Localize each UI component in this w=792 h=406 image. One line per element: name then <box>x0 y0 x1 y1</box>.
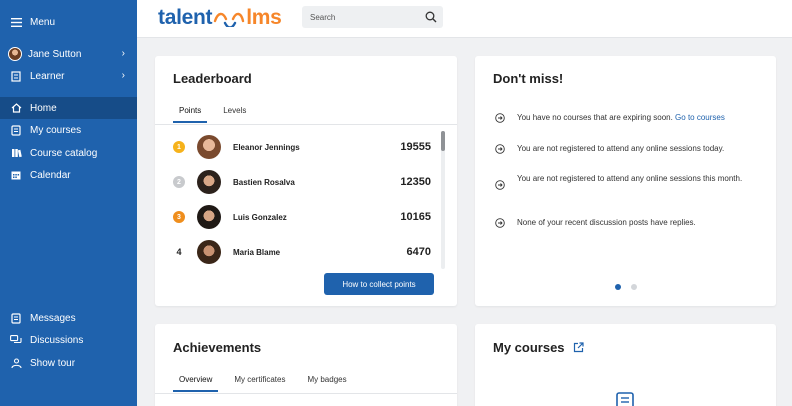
carousel-dot[interactable] <box>631 284 637 290</box>
leaderboard-row[interactable]: 2 Bastien Rosalva 12350 <box>173 167 431 197</box>
dont-miss-text: You are not registered to attend any onl… <box>517 174 743 183</box>
my-courses-card: My courses <box>475 324 776 406</box>
leaderboard-scrollbar[interactable] <box>441 131 445 269</box>
leaderboard-name: Eleanor Jennings <box>233 142 300 152</box>
sidebar-item-my-courses[interactable]: My courses <box>0 119 137 141</box>
logo-text-talent: talent <box>158 6 213 29</box>
menu-toggle[interactable]: Menu <box>0 11 137 33</box>
sidebar-item-label: Course catalog <box>30 147 98 159</box>
catalog-icon <box>10 147 22 159</box>
carousel-dot-active[interactable] <box>615 284 621 290</box>
tabs-divider <box>155 393 457 394</box>
chevron-right-icon: › <box>121 70 125 81</box>
leaderboard-points: 19555 <box>400 141 431 153</box>
leaderboard-row[interactable]: 3 Luis Gonzalez 10165 <box>173 202 431 232</box>
sidebar-item-label: Discussions <box>30 334 84 346</box>
leaderboard-name: Maria Blame <box>233 247 281 257</box>
tab-my-certificates[interactable]: My certificates <box>228 375 291 392</box>
search-input[interactable]: Search <box>310 13 425 22</box>
arrow-circle-right-icon <box>495 218 505 228</box>
my-courses-header: My courses <box>493 340 584 355</box>
menu-label: Menu <box>30 16 56 28</box>
user-profile-item[interactable]: Jane Sutton › <box>0 43 137 65</box>
dont-miss-item: You have no courses that are expiring so… <box>495 112 765 124</box>
sidebar-item-label: Messages <box>30 312 76 324</box>
leaderboard-card: Leaderboard Points Levels 1 Eleanor Jenn… <box>155 56 457 306</box>
tabs-divider <box>155 124 457 125</box>
talentlms-logo[interactable]: talent lms <box>158 6 282 30</box>
leaderboard-name: Bastien Rosalva <box>233 177 295 187</box>
dont-miss-item: None of your recent discussion posts hav… <box>495 217 765 229</box>
go-to-courses-link[interactable]: Go to courses <box>675 113 725 122</box>
tab-my-badges[interactable]: My badges <box>301 375 352 392</box>
sidebar-item-messages[interactable]: Messages <box>0 307 137 329</box>
external-link-icon[interactable] <box>573 342 584 353</box>
dont-miss-text: None of your recent discussion posts hav… <box>517 218 696 227</box>
courses-icon <box>10 124 22 136</box>
rank-badge: 3 <box>173 211 185 223</box>
dont-miss-item: You are not registered to attend any onl… <box>495 143 765 155</box>
rank-number: 4 <box>176 247 182 257</box>
dont-miss-item: You are not registered to attend any onl… <box>495 173 757 190</box>
messages-icon <box>10 312 22 324</box>
course-document-icon <box>616 392 634 406</box>
achievements-title: Achievements <box>173 340 262 355</box>
arrow-circle-right-icon <box>495 113 505 123</box>
rank-badge: 2 <box>173 176 185 188</box>
leaderboard-tabs: Points Levels <box>173 106 262 123</box>
sidebar-item-discussions[interactable]: Discussions <box>0 329 137 351</box>
user-avatar <box>197 170 221 194</box>
dont-miss-text: You are not registered to attend any onl… <box>517 144 725 153</box>
tab-overview[interactable]: Overview <box>173 375 219 392</box>
user-avatar <box>197 205 221 229</box>
sidebar-item-label: Calendar <box>30 169 71 181</box>
arrow-circle-right-icon <box>495 144 505 154</box>
leaderboard-points: 10165 <box>400 211 431 223</box>
search-icon[interactable] <box>425 11 437 23</box>
leaderboard-title: Leaderboard <box>173 71 252 86</box>
leaderboard-points: 6470 <box>406 246 431 258</box>
leaderboard-name: Luis Gonzalez <box>233 212 287 222</box>
user-avatar <box>197 240 221 264</box>
sidebar-item-calendar[interactable]: Calendar <box>0 164 137 186</box>
dont-miss-card: Don't miss! You have no courses that are… <box>475 56 776 306</box>
sidebar-item-home[interactable]: Home <box>0 97 137 119</box>
user-avatar <box>8 47 22 61</box>
top-bar: talent lms Search <box>137 0 792 38</box>
sidebar-item-label: My courses <box>30 124 82 136</box>
sidebar-item-show-tour[interactable]: Show tour <box>0 352 137 374</box>
sidebar-item-label: Show tour <box>30 357 76 369</box>
leaderboard-points: 12350 <box>400 176 431 188</box>
user-name: Jane Sutton <box>28 48 82 60</box>
tab-levels[interactable]: Levels <box>217 106 252 123</box>
rank-badge: 1 <box>173 141 185 153</box>
arrow-circle-right-icon <box>495 180 505 190</box>
user-avatar <box>197 135 221 159</box>
role-switcher[interactable]: Learner › <box>0 65 137 87</box>
scrollbar-thumb[interactable] <box>441 131 445 151</box>
my-courses-title: My courses <box>493 340 565 355</box>
leaderboard-row[interactable]: 1 Eleanor Jennings 19555 <box>173 132 431 162</box>
achievements-card: Achievements Overview My certificates My… <box>155 324 457 406</box>
tour-icon <box>10 357 22 369</box>
discussions-icon <box>10 334 22 346</box>
logo-text-lms: lms <box>246 6 282 29</box>
logo-smile-icon <box>214 12 245 27</box>
chevron-right-icon: › <box>121 48 125 59</box>
sidebar: Menu Jane Sutton › Learner › Home My cou… <box>0 0 137 406</box>
dont-miss-text: You have no courses that are expiring so… <box>517 113 725 122</box>
achievements-tabs: Overview My certificates My badges <box>173 375 363 392</box>
search-box[interactable]: Search <box>302 6 443 28</box>
calendar-icon <box>10 169 22 181</box>
sidebar-item-course-catalog[interactable]: Course catalog <box>0 142 137 164</box>
home-icon <box>10 102 22 114</box>
leaderboard-row[interactable]: 4 Maria Blame 6470 <box>173 237 431 267</box>
role-label: Learner <box>30 70 65 82</box>
learner-icon <box>10 70 22 82</box>
tab-points[interactable]: Points <box>173 106 208 123</box>
dont-miss-title: Don't miss! <box>493 71 564 86</box>
sidebar-item-label: Home <box>30 102 57 114</box>
how-to-collect-points-button[interactable]: How to collect points <box>324 273 434 295</box>
hamburger-icon <box>10 16 22 28</box>
